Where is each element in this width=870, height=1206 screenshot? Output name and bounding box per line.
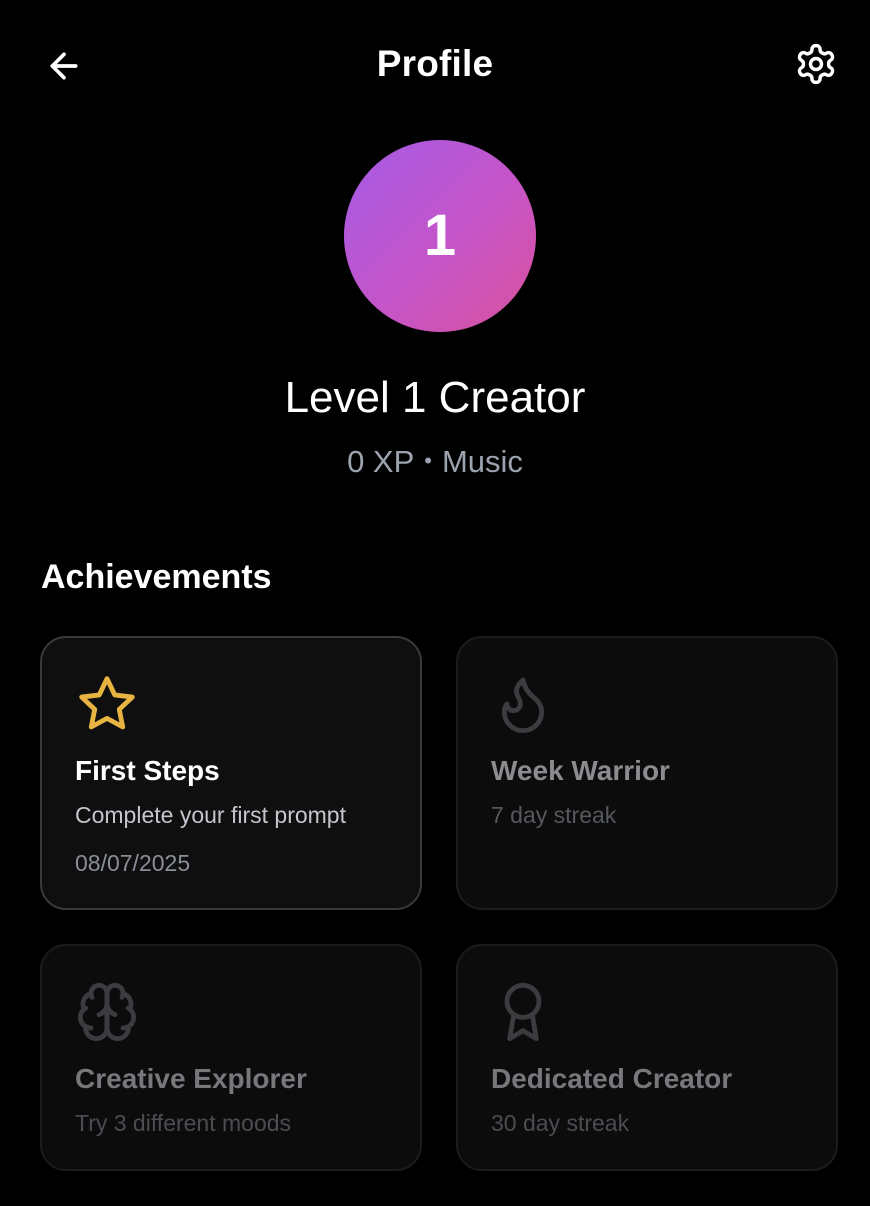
achievement-description: 30 day streak bbox=[491, 1110, 630, 1136]
achievement-title: First Steps bbox=[75, 755, 220, 786]
stats-separator: • bbox=[424, 448, 432, 473]
achievement-title: Week Warrior bbox=[491, 755, 670, 786]
category-value: Music bbox=[441, 444, 523, 479]
achievement-title: Dedicated Creator bbox=[491, 1063, 733, 1094]
achievement-description: 7 day streak bbox=[491, 802, 617, 828]
level-title: Level 1 Creator bbox=[284, 373, 586, 422]
page-title: Profile bbox=[376, 43, 494, 84]
achievement-card-dedicated-creator[interactable]: Dedicated Creator 30 day streak bbox=[456, 944, 838, 1171]
achievements-heading: Achievements bbox=[41, 558, 272, 596]
achievement-description: Complete your first prompt bbox=[75, 802, 346, 828]
star-icon bbox=[79, 676, 135, 730]
gear-icon bbox=[797, 43, 835, 85]
achievement-title: Creative Explorer bbox=[75, 1063, 307, 1094]
level-avatar: 1 bbox=[344, 140, 536, 332]
settings-button[interactable] bbox=[792, 40, 840, 88]
achievement-card-first-steps[interactable]: First Steps Complete your first prompt 0… bbox=[40, 636, 422, 910]
avatar-level-number: 1 bbox=[423, 203, 457, 268]
flame-icon bbox=[501, 677, 545, 733]
achievement-card-creative-explorer[interactable]: Creative Explorer Try 3 different moods bbox=[40, 944, 422, 1171]
profile-stats: 0 XP • Music bbox=[0, 442, 870, 481]
brain-icon bbox=[77, 982, 137, 1042]
achievement-date: 08/07/2025 bbox=[75, 850, 191, 876]
award-icon bbox=[504, 982, 542, 1042]
achievement-card-week-warrior[interactable]: Week Warrior 7 day streak bbox=[456, 636, 838, 910]
xp-value: 0 XP bbox=[347, 444, 415, 479]
achievement-description: Try 3 different moods bbox=[75, 1110, 292, 1136]
header-bar: Profile bbox=[0, 0, 870, 130]
